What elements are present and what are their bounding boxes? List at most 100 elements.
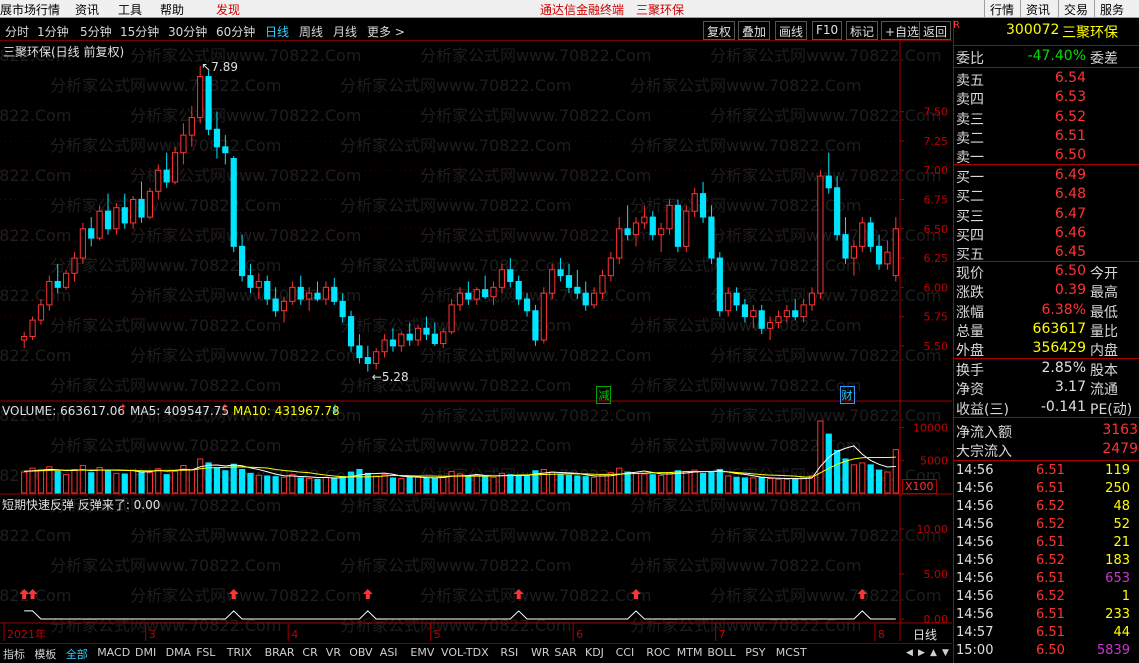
indicator-tab[interactable]: CR — [302, 646, 317, 659]
volume-bar — [783, 478, 790, 494]
indicator-tab[interactable]: MACD — [97, 646, 130, 659]
indicator-tab[interactable]: VR — [326, 646, 341, 659]
indicator-tab[interactable]: 模板 — [34, 646, 56, 662]
indicator-tab[interactable]: RSI — [500, 646, 518, 659]
menu-help[interactable]: 帮助 — [160, 1, 184, 18]
indicator-tab[interactable]: VOL-TDX — [441, 646, 489, 659]
stat-label: 涨幅 — [956, 304, 984, 321]
indicator-tab[interactable]: CCI — [616, 646, 635, 659]
info-button[interactable]: 资讯 — [1020, 0, 1055, 17]
bid-price: 6.48 — [1054, 186, 1086, 203]
kline-chart[interactable]: 分析家公式网www.70822.Com 分析家公式网www.70822.Com 分析… — [0, 41, 952, 642]
volume-bar — [423, 477, 430, 494]
indicator-tab[interactable]: KDJ — [585, 646, 604, 659]
indicator-tab[interactable]: MCST — [776, 646, 807, 659]
period-weekly[interactable]: 周线 — [299, 23, 323, 40]
menu-market[interactable]: 展市场行情 — [0, 1, 60, 18]
candle-body — [306, 292, 313, 300]
tick-price: 6.51 — [1036, 535, 1065, 550]
back-button[interactable]: 返回 — [919, 21, 952, 40]
indicator-tab[interactable]: PSY — [745, 646, 765, 659]
volume-bar — [414, 476, 422, 494]
indicator-tab[interactable]: FSL — [196, 646, 215, 659]
indicator-tab[interactable]: BOLL — [707, 646, 735, 659]
volume-bar — [230, 463, 237, 494]
stat-row: 总量 663617 量比 — [956, 321, 1138, 340]
candle-body — [37, 304, 45, 321]
volume-bar — [842, 458, 849, 494]
indicator-tab[interactable]: DMI — [135, 646, 156, 659]
menu-news[interactable]: 资讯 — [75, 1, 99, 18]
candle-body — [892, 228, 899, 277]
watermark-text: 分析家公式网www.70822.Com — [50, 256, 281, 275]
indicator-tab[interactable]: WR — [531, 646, 550, 659]
draw-button[interactable]: 画线 — [775, 21, 808, 40]
adjust-button[interactable]: 复权 — [703, 21, 736, 40]
watermark-text: 分析家公式网www.70822.Com — [420, 166, 651, 185]
volume-bar — [716, 468, 723, 494]
indicator-tab[interactable]: 指标 — [3, 646, 25, 662]
indicator-tab[interactable]: MTM — [677, 646, 703, 659]
r-marker-icon: R — [953, 20, 960, 31]
watermark-text: 分析家公式网www.70822.Com — [340, 496, 571, 515]
service-button[interactable]: 服务 — [1094, 0, 1129, 17]
volume-bar — [582, 476, 589, 494]
nav-arrow-icon[interactable]: ▲ — [930, 648, 937, 658]
candle-body — [456, 292, 464, 306]
stat-right-label: PE(动) — [1090, 401, 1133, 418]
candle-body — [79, 228, 86, 259]
watermark-text: 分析家公式网www.70822.Com — [710, 406, 941, 425]
indicator-tab[interactable]: TRIX — [227, 646, 252, 659]
candle-body — [146, 190, 154, 218]
period-more[interactable]: 更多 > — [367, 23, 405, 40]
period-30min[interactable]: 30分钟 — [168, 23, 207, 40]
period-5min[interactable]: 5分钟 — [80, 23, 112, 40]
price-tick-label: 6.25 — [924, 252, 949, 265]
indicator-tab[interactable]: SAR — [554, 646, 576, 659]
indicator-tab[interactable]: ROC — [646, 646, 670, 659]
indicator-tab[interactable]: DMA — [166, 646, 192, 659]
candle-body — [716, 257, 723, 312]
f10-button[interactable]: F10 — [812, 21, 843, 40]
quote-button[interactable]: 行情 — [984, 0, 1019, 17]
volume-bar — [104, 470, 112, 494]
tick-price: 6.50 — [1036, 643, 1065, 658]
period-daily[interactable]: 日线 — [265, 23, 289, 40]
watermark-text: 分析家公式网www.70822.Com — [50, 76, 281, 95]
candle-body — [557, 269, 564, 277]
volume-bar — [88, 472, 95, 494]
overlay-button[interactable]: 叠加 — [738, 21, 771, 40]
volume-bar — [758, 476, 765, 494]
period-60min[interactable]: 60分钟 — [216, 23, 255, 40]
period-monthly[interactable]: 月线 — [333, 23, 357, 40]
nav-arrow-icon[interactable]: ◀ — [906, 648, 913, 658]
trade-button[interactable]: 交易 — [1058, 0, 1093, 17]
watermark-text: 分析家公式网www.70822.Com — [420, 526, 651, 545]
menu-discover[interactable]: 发现 — [216, 1, 240, 18]
nav-arrow-icon[interactable]: ▶ — [918, 648, 925, 658]
finance-badge[interactable]: 财 — [839, 386, 855, 404]
watermark-text: 分析家公式网www.70822.Com — [0, 586, 71, 605]
period-1min[interactable]: 1分钟 — [37, 23, 69, 40]
indicator-tab[interactable]: OBV — [349, 646, 372, 659]
bid-row: 买二 6.48 — [956, 186, 1138, 205]
indicator-tab[interactable]: EMV — [410, 646, 434, 659]
period-15min[interactable]: 15分钟 — [120, 23, 159, 40]
mark-button[interactable]: 标记 — [846, 21, 879, 40]
nav-arrow-icon[interactable]: ▼ — [942, 648, 949, 658]
period-timeshare[interactable]: 分时 — [5, 23, 29, 40]
high-price-label: ↖7.89 — [201, 60, 238, 75]
low-price-label: ←5.28 — [371, 369, 409, 384]
add-favorite-button[interactable]: +自选 — [881, 21, 924, 40]
menu-tools[interactable]: 工具 — [118, 1, 142, 18]
watermark-text: 分析家公式网www.70822.Com — [630, 496, 861, 515]
reduction-badge[interactable]: 减 — [596, 386, 612, 404]
bid-row: 买一 6.49 — [956, 167, 1138, 186]
stat-value: -0.141 — [1040, 398, 1086, 415]
watermark-text: 分析家公式网www.70822.Com — [50, 196, 281, 215]
watermark-text: 分析家公式网www.70822.Com — [340, 256, 571, 275]
indicator-tab[interactable]: ASI — [380, 646, 398, 659]
ask-row: 卖二 6.51 — [956, 128, 1138, 147]
indicator-tab[interactable]: BRAR — [265, 646, 295, 659]
indicator-tab[interactable]: 全部 — [66, 646, 88, 662]
